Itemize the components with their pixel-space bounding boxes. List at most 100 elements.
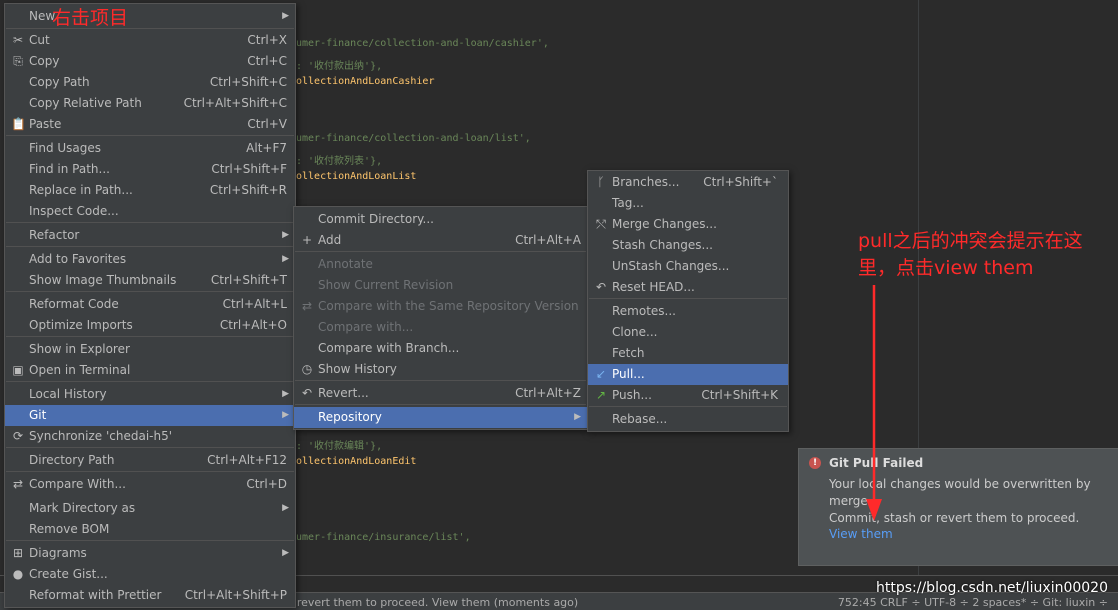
git-item-show-history[interactable]: ◷ Show History: [294, 359, 587, 380]
ctx-item-copy-path[interactable]: Copy Path Ctrl+Shift+C: [5, 72, 295, 93]
ctx-item-show-in-explorer[interactable]: Show in Explorer: [5, 339, 295, 360]
menu-item-label: Diagrams: [29, 546, 87, 560]
menu-item-label: Compare with Branch...: [318, 341, 460, 355]
menu-item-label: Reset HEAD...: [612, 280, 695, 294]
menu-item-label: Reformat Code: [29, 297, 119, 311]
git-item-annotate[interactable]: Annotate: [294, 254, 587, 275]
repo-item-fetch[interactable]: Fetch: [588, 343, 788, 364]
error-icon: !: [809, 457, 821, 469]
ctx-item-refactor[interactable]: Refactor ▶: [5, 225, 295, 246]
menu-item-label: Compare With...: [29, 477, 126, 491]
ctx-item-open-in-terminal[interactable]: ▣ Open in Terminal: [5, 360, 295, 381]
git-item-commit-directory[interactable]: Commit Directory...: [294, 209, 587, 230]
ctx-item-local-history[interactable]: Local History ▶: [5, 384, 295, 405]
code-line: : '收付款列表'},: [296, 156, 383, 167]
menu-separator: [6, 28, 294, 29]
repo-item-rebase[interactable]: Rebase...: [588, 409, 788, 430]
menu-item-label: Branches...: [612, 175, 680, 189]
git-item-revert[interactable]: ↶ Revert... Ctrl+Alt+Z: [294, 383, 587, 404]
git-item-compare-with-the-same-repository-version[interactable]: ⇄ Compare with the Same Repository Versio…: [294, 296, 587, 317]
menu-item-label: UnStash Changes...: [612, 259, 730, 273]
status-info[interactable]: 752:45 CRLF ÷ UTF-8 ÷ 2 spaces* ÷ Git: l…: [838, 596, 1108, 609]
code-line: ollectionAndLoanList: [296, 171, 417, 182]
menu-item-label: Fetch: [612, 346, 645, 360]
git-pull-failed-notification: ! Git Pull Failed Your local changes wou…: [798, 448, 1118, 566]
ctx-item-optimize-imports[interactable]: Optimize Imports Ctrl+Alt+O: [5, 315, 295, 336]
code-line: umer-finance/collection-and-loan/list',: [296, 133, 531, 144]
menu-item-label: Show Current Revision: [318, 278, 454, 292]
ctx-item-paste[interactable]: 📋 Paste Ctrl+V: [5, 114, 295, 135]
menu-item-label: Mark Directory as: [29, 501, 136, 515]
menu-item-shortcut: Ctrl+Alt+A: [515, 233, 581, 247]
repo-item-pull[interactable]: ↙ Pull...: [588, 364, 788, 385]
menu-separator: [6, 336, 294, 337]
ctx-item-reformat-code[interactable]: Reformat Code Ctrl+Alt+L: [5, 294, 295, 315]
view-them-link[interactable]: View them: [829, 527, 893, 541]
repo-item-tag[interactable]: Tag...: [588, 193, 788, 214]
menu-separator: [295, 251, 586, 252]
menu-item-shortcut: Ctrl+Shift+C: [209, 75, 287, 89]
menu-item-label: Find in Path...: [29, 162, 110, 176]
add-icon: +: [301, 233, 313, 247]
ctx-item-synchronize-chedai-h5[interactable]: ⟳ Synchronize 'chedai-h5': [5, 426, 295, 447]
git-item-show-current-revision[interactable]: Show Current Revision: [294, 275, 587, 296]
menu-item-label: Open in Terminal: [29, 363, 131, 377]
ctx-item-inspect-code[interactable]: Inspect Code...: [5, 201, 295, 222]
menu-item-shortcut: Ctrl+X: [247, 33, 287, 47]
ctx-item-create-gist[interactable]: ● Create Gist...: [5, 564, 295, 585]
ctx-item-diagrams[interactable]: ⊞ Diagrams ▶: [5, 543, 295, 564]
ctx-item-copy-relative-path[interactable]: Copy Relative Path Ctrl+Alt+Shift+C: [5, 93, 295, 114]
ctx-item-cut[interactable]: ✂ Cut Ctrl+X: [5, 30, 295, 51]
menu-separator: [589, 298, 787, 299]
menu-item-label: Pull...: [612, 367, 645, 381]
ctx-item-remove-bom[interactable]: Remove BOM: [5, 519, 295, 540]
repo-item-reset-head[interactable]: ↶ Reset HEAD...: [588, 277, 788, 298]
menu-item-label: Repository: [318, 410, 382, 424]
menu-item-label: Copy: [29, 54, 60, 68]
menu-item-shortcut: Ctrl+Shift+`: [703, 175, 778, 189]
repo-item-push[interactable]: ↗ Push... Ctrl+Shift+K: [588, 385, 788, 406]
ctx-item-new[interactable]: New ▶: [5, 6, 295, 27]
menu-item-label: Merge Changes...: [612, 217, 717, 231]
code-line: ollectionAndLoanEdit: [296, 456, 417, 467]
menu-item-shortcut: Ctrl+Alt+Shift+C: [183, 96, 287, 110]
ctx-item-replace-in-path[interactable]: Replace in Path... Ctrl+Shift+R: [5, 180, 295, 201]
git-item-compare-with[interactable]: Compare with...: [294, 317, 587, 338]
ctx-item-find-in-path[interactable]: Find in Path... Ctrl+Shift+F: [5, 159, 295, 180]
open-in-terminal-icon: ▣: [12, 363, 24, 377]
ctx-item-show-image-thumbnails[interactable]: Show Image Thumbnails Ctrl+Shift+T: [5, 270, 295, 291]
ctx-item-reformat-with-prettier[interactable]: Reformat with Prettier Ctrl+Alt+Shift+P: [5, 585, 295, 606]
repo-item-clone[interactable]: Clone...: [588, 322, 788, 343]
git-item-repository[interactable]: Repository ▶: [294, 407, 587, 428]
menu-item-shortcut: Ctrl+Alt+O: [219, 318, 287, 332]
merge-changes-icon: ⤲: [596, 217, 606, 231]
ctx-item-compare-with[interactable]: ⇄ Compare With... Ctrl+D: [5, 474, 295, 495]
ctx-item-directory-path[interactable]: Directory Path Ctrl+Alt+F12: [5, 450, 295, 471]
menu-item-label: Copy Relative Path: [29, 96, 142, 110]
ctx-item-mark-directory-as[interactable]: Mark Directory as ▶: [5, 498, 295, 519]
ctx-item-copy[interactable]: ⎘ Copy Ctrl+C: [5, 51, 295, 72]
git-item-compare-with-branch[interactable]: Compare with Branch...: [294, 338, 587, 359]
menu-item-label: Clone...: [612, 325, 658, 339]
ctx-item-add-to-favorites[interactable]: Add to Favorites ▶: [5, 249, 295, 270]
git-item-add[interactable]: + Add Ctrl+Alt+A: [294, 230, 587, 251]
menu-item-label: Paste: [29, 117, 62, 131]
menu-item-label: Show Image Thumbnails: [29, 273, 177, 287]
menu-separator: [589, 406, 787, 407]
push-icon: ↗: [595, 388, 607, 402]
repo-item-branches[interactable]: ᚴ Branches... Ctrl+Shift+`: [588, 172, 788, 193]
repo-item-remotes[interactable]: Remotes...: [588, 301, 788, 322]
menu-item-shortcut: Ctrl+Alt+Shift+P: [184, 588, 287, 602]
compare-with-the-same-repository-version-icon: ⇄: [301, 299, 313, 313]
submenu-arrow-icon: ▶: [574, 412, 581, 422]
repo-item-stash-changes[interactable]: Stash Changes...: [588, 235, 788, 256]
ctx-item-git[interactable]: Git ▶: [5, 405, 295, 426]
repo-item-unstash-changes[interactable]: UnStash Changes...: [588, 256, 788, 277]
compare-with-icon: ⇄: [12, 477, 24, 491]
paste-icon: 📋: [11, 117, 26, 131]
ctx-item-find-usages[interactable]: Find Usages Alt+F7: [5, 138, 295, 159]
menu-separator: [6, 135, 294, 136]
menu-item-label: Inspect Code...: [29, 204, 119, 218]
repo-item-merge-changes[interactable]: ⤲ Merge Changes...: [588, 214, 788, 235]
menu-item-shortcut: Ctrl+V: [247, 117, 287, 131]
